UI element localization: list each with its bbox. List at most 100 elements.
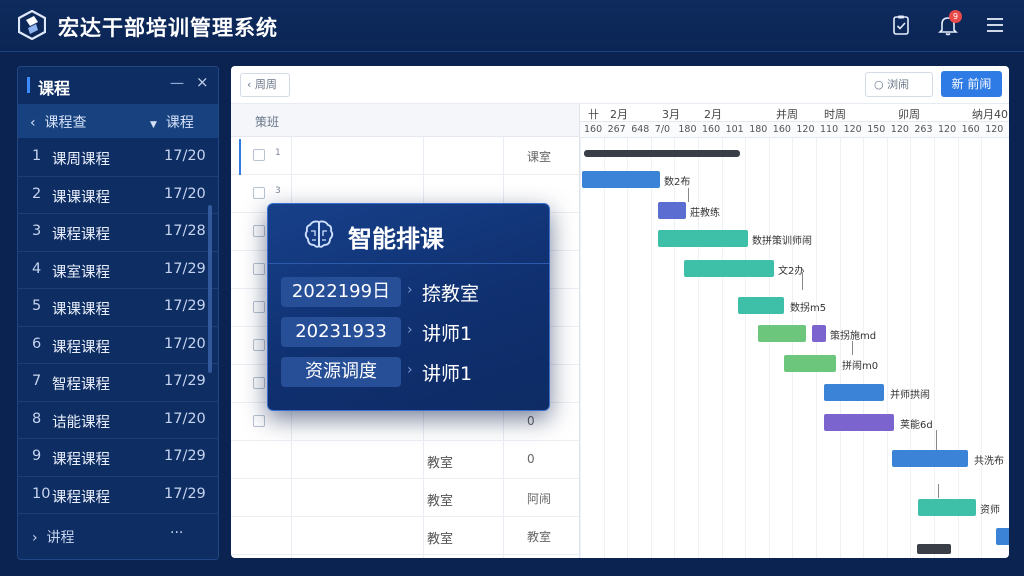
gantt-task-label: 资师: [980, 505, 1000, 516]
gantt-task-label: 莊教练: [690, 208, 720, 219]
sidebar-footer[interactable]: › 讲程 ···: [18, 519, 218, 559]
gantt-task-bar[interactable]: [758, 325, 806, 342]
course-index: 1: [32, 148, 42, 164]
gantt-task-bar[interactable]: [684, 260, 774, 277]
add-button[interactable]: 新 前闹: [941, 71, 1002, 97]
gantt-task-bar[interactable]: [582, 171, 660, 188]
filter-right-label: 课程: [165, 115, 194, 131]
course-count: 17/20: [164, 148, 206, 164]
close-button[interactable]: ×: [196, 73, 209, 91]
gantt-task-bar[interactable]: [812, 325, 826, 342]
course-name: 课课课程: [52, 189, 110, 206]
minimize-button[interactable]: 一: [170, 74, 184, 94]
table-row[interactable]: 教室阿闹: [231, 479, 579, 517]
gantt-summary-bar[interactable]: [917, 544, 951, 554]
sidebar-course-item[interactable]: 5 课课课程 17/29: [18, 289, 218, 327]
sidebar-course-item[interactable]: 6 课程课程 17/20: [18, 327, 218, 364]
gantt-grid-line: [886, 138, 888, 558]
gantt-grid-line: [768, 138, 770, 558]
hamburger-menu-icon[interactable]: [984, 14, 1006, 36]
table-row[interactable]: 教室 0: [231, 441, 579, 479]
course-name: 课程课程: [52, 227, 110, 243]
gantt-grid-line: [863, 138, 865, 558]
gantt-task-bar[interactable]: [658, 230, 748, 247]
gantt-day-label: 180: [678, 124, 697, 135]
gantt-task-bar[interactable]: [824, 384, 884, 401]
course-name: 诘能课程: [52, 414, 110, 431]
gantt-task-label: 并师拱闹: [890, 390, 930, 401]
course-count: 17/29: [164, 448, 206, 464]
brain-icon: [304, 220, 334, 248]
popup-row-value: 讲师1: [422, 323, 473, 345]
gantt-month-label: 并周: [776, 108, 798, 121]
filter-dropdown-left[interactable]: ‹ 课程查: [30, 112, 87, 132]
gantt-month-label: 2月: [704, 108, 722, 121]
gantt-task-bar[interactable]: [784, 355, 836, 372]
row-value: 0: [527, 452, 535, 466]
sidebar-course-item[interactable]: 1 课周课程 17/20: [18, 139, 218, 177]
gantt-day-label: 263: [914, 124, 933, 135]
gantt-task-bar[interactable]: [824, 414, 894, 431]
popup-row[interactable]: 20231933 › 讲师1: [281, 317, 541, 347]
sidebar-course-item[interactable]: 10 课程课程 17/29: [18, 477, 218, 514]
gantt-summary-bar[interactable]: [584, 150, 740, 157]
table-row[interactable]: 1 课室: [231, 137, 579, 175]
sidebar-course-item[interactable]: 4 课室课程 17/29: [18, 252, 218, 289]
row-index: 1: [275, 148, 281, 158]
gantt-task-bar[interactable]: [892, 450, 968, 467]
popup-row[interactable]: 2022199日 › 捺教室: [281, 277, 541, 307]
sidebar-scrollbar[interactable]: [208, 205, 212, 373]
filter-left-label: 课程查: [44, 115, 87, 131]
popup-row-value: 讲师1: [422, 363, 473, 385]
row-room: 教室: [427, 532, 454, 547]
course-list: 1 课周课程 17/20 2 课课课程 17/20 3 课程课程 17/28 4 课室课程 17/29…: [18, 139, 218, 514]
search-input[interactable]: ○ 浏闹: [865, 72, 933, 97]
course-name: 课程课程: [52, 489, 110, 506]
course-count: 17/29: [164, 485, 206, 502]
sidebar-course-item[interactable]: 2 课课课程 17/20: [18, 177, 218, 214]
more-options-icon[interactable]: ···: [170, 525, 183, 541]
gantt-day-label: 160: [961, 124, 980, 135]
clipboard-check-icon[interactable]: [890, 14, 912, 36]
chevron-right-icon: ›: [407, 362, 413, 378]
gantt-day-label: 160: [702, 124, 721, 135]
row-type-icon: [253, 149, 265, 161]
back-label: 周周: [254, 78, 277, 91]
chevron-right-icon: ›: [407, 282, 413, 298]
row-type-icon: [253, 377, 265, 389]
gantt-month-header: 卄 2月 3月 2月 并周 时周 卯周 纳月40: [580, 104, 1009, 122]
table-row[interactable]: 教室 教室: [231, 517, 579, 555]
gantt-grid-line: [627, 138, 629, 558]
gantt-month-label: 3月: [662, 108, 680, 121]
gantt-task-label: 数拼策训师闹: [752, 236, 812, 247]
sidebar-course-item[interactable]: 3 课程课程 17/28: [18, 214, 218, 252]
gantt-day-label: 160: [584, 124, 603, 135]
gantt-task-bar[interactable]: [658, 202, 686, 219]
gantt-task-bar[interactable]: [918, 499, 976, 516]
course-name: 课程课程: [52, 339, 110, 356]
gantt-grid-line: [603, 138, 605, 558]
back-button[interactable]: ‹ 周周: [240, 73, 290, 97]
chevron-right-icon: ›: [32, 530, 38, 546]
course-index: 2: [32, 185, 42, 202]
sidebar-course-item[interactable]: 8 诘能课程 17/20: [18, 402, 218, 439]
gantt-task-label: 数2布: [664, 177, 691, 188]
gantt-day-label: 150: [867, 124, 886, 135]
gantt-day-label: 120: [843, 124, 862, 135]
sidebar-course-item[interactable]: 7 智程课程 17/29: [18, 364, 218, 402]
course-index: 5: [32, 298, 42, 314]
table-row[interactable]: 教室阿闹: [231, 555, 579, 558]
gantt-task-bar[interactable]: [738, 297, 784, 314]
popup-row[interactable]: 资源调度 › 讲师1: [281, 357, 541, 387]
course-name: 课课课程: [52, 302, 110, 318]
gantt-dependency-line: [688, 188, 689, 202]
course-name: 课程课程: [52, 452, 110, 468]
sidebar-course-item[interactable]: 9 课程课程 17/29: [18, 439, 218, 477]
course-index: 7: [32, 373, 42, 389]
popup-row-tag: 资源调度: [281, 357, 401, 387]
filter-dropdown-right[interactable]: ▼ 课程: [150, 112, 194, 132]
row-type-icon: [253, 301, 265, 313]
search-icon: ○: [874, 78, 884, 91]
gantt-task-bar[interactable]: [996, 528, 1009, 545]
row-room: 教室: [427, 456, 454, 471]
